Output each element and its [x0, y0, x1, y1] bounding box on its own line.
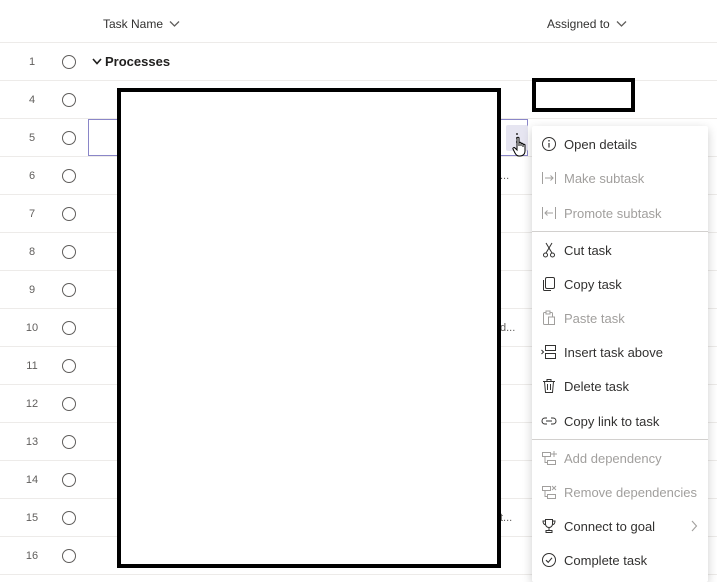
task-name-header-label: Task Name — [103, 17, 164, 31]
complete-circle-icon[interactable] — [62, 283, 76, 297]
row-number: 1 — [28, 56, 36, 68]
menu-item-label: Open details — [564, 136, 637, 152]
group-header[interactable]: Processes — [92, 54, 170, 69]
row-number: 6 — [28, 170, 36, 182]
menu-item-label: Connect to goal — [564, 518, 656, 534]
menu-item-remove-dependencies[interactable]: Remove dependencies — [532, 475, 708, 509]
complete-circle-icon[interactable] — [62, 473, 76, 487]
row-number: 9 — [28, 284, 36, 296]
row-number: 14 — [25, 474, 39, 486]
menu-item-copy-task[interactable]: Copy task — [532, 267, 708, 301]
row-number: 11 — [26, 360, 38, 372]
complete-circle-icon[interactable] — [62, 321, 76, 335]
complete-circle-icon[interactable] — [62, 169, 76, 183]
row-number: 15 — [25, 512, 39, 524]
redaction-box — [117, 88, 501, 568]
menu-separator — [532, 231, 708, 232]
indent-icon — [542, 172, 556, 184]
outdent-icon — [542, 207, 556, 219]
complete-circle-icon[interactable] — [62, 397, 76, 411]
grid-header: Task Name Assigned to — [0, 0, 717, 43]
copy-icon — [543, 277, 555, 291]
info-icon — [542, 137, 556, 151]
complete-circle-icon[interactable] — [62, 435, 76, 449]
menu-item-label: Make subtask — [564, 170, 645, 186]
menu-item-label: Copy link to task — [564, 413, 660, 429]
chevron-down-icon[interactable] — [92, 58, 102, 65]
assigned-to-column-header[interactable]: Assigned to — [547, 17, 627, 31]
complete-circle-icon[interactable] — [62, 207, 76, 221]
group-label: Processes — [105, 54, 171, 69]
menu-item-label: Cut task — [564, 242, 612, 258]
complete-circle-icon[interactable] — [62, 511, 76, 525]
menu-item-label: Paste task — [564, 310, 625, 326]
menu-item-label: Insert task above — [564, 344, 663, 360]
chevron-right-icon — [691, 520, 698, 532]
menu-separator — [532, 439, 708, 440]
group-row[interactable]: 1 Processes — [0, 43, 717, 81]
redaction-box-assignee — [532, 78, 635, 112]
menu-item-label: Promote subtask — [564, 205, 662, 221]
complete-circle-icon[interactable] — [62, 55, 76, 69]
check-circle-icon — [542, 553, 556, 567]
menu-item-label: Add dependency — [564, 450, 662, 466]
task-context-menu: Open details Make subtask Promote subtas… — [532, 126, 708, 582]
menu-item-label: Complete task — [564, 552, 648, 568]
menu-item-open-details[interactable]: Open details — [532, 127, 708, 161]
menu-item-make-subtask[interactable]: Make subtask — [532, 161, 708, 195]
menu-item-copy-link[interactable]: Copy link to task — [532, 404, 708, 438]
menu-item-connect-to-goal[interactable]: Connect to goal — [532, 509, 708, 543]
trash-icon — [543, 379, 555, 393]
menu-item-delete-task[interactable]: Delete task — [532, 369, 708, 403]
row-number: 10 — [25, 322, 39, 334]
chevron-down-icon — [616, 21, 627, 27]
add-dependency-icon — [542, 451, 557, 465]
chevron-down-icon — [169, 21, 180, 27]
row-number: 4 — [28, 94, 36, 106]
truncated-text: ... — [500, 170, 510, 182]
complete-circle-icon[interactable] — [62, 359, 76, 373]
menu-item-cut-task[interactable]: Cut task — [532, 233, 708, 267]
menu-item-insert-task-above[interactable]: Insert task above — [532, 335, 708, 369]
row-number: 8 — [28, 246, 36, 258]
menu-item-promote-subtask[interactable]: Promote subtask — [532, 196, 708, 230]
trophy-icon — [542, 519, 556, 533]
menu-item-label: Delete task — [564, 378, 630, 394]
menu-item-label: Copy task — [564, 276, 622, 292]
hand-cursor-icon — [512, 136, 526, 157]
scissors-icon — [543, 242, 555, 258]
row-number: 13 — [25, 436, 39, 448]
row-number: 16 — [25, 550, 39, 562]
task-name-column-header[interactable]: Task Name — [103, 17, 180, 31]
row-number: 7 — [28, 208, 36, 220]
remove-dependency-icon — [542, 485, 557, 499]
menu-item-paste-task[interactable]: Paste task — [532, 301, 708, 335]
complete-circle-icon[interactable] — [62, 245, 76, 259]
menu-item-add-dependency[interactable]: Add dependency — [532, 441, 708, 475]
paste-icon — [543, 310, 555, 325]
complete-circle-icon[interactable] — [62, 93, 76, 107]
row-number: 5 — [28, 132, 36, 144]
complete-circle-icon[interactable] — [62, 131, 76, 145]
row-number: 12 — [25, 398, 39, 410]
truncated-text: d... — [500, 322, 516, 334]
truncated-text: t... — [500, 512, 513, 524]
menu-item-complete-task[interactable]: Complete task — [532, 543, 708, 577]
link-icon — [541, 417, 557, 425]
complete-circle-icon[interactable] — [62, 549, 76, 563]
menu-item-label: Remove dependencies — [564, 484, 697, 500]
assigned-to-header-label: Assigned to — [547, 17, 610, 31]
insert-above-icon — [541, 345, 556, 359]
